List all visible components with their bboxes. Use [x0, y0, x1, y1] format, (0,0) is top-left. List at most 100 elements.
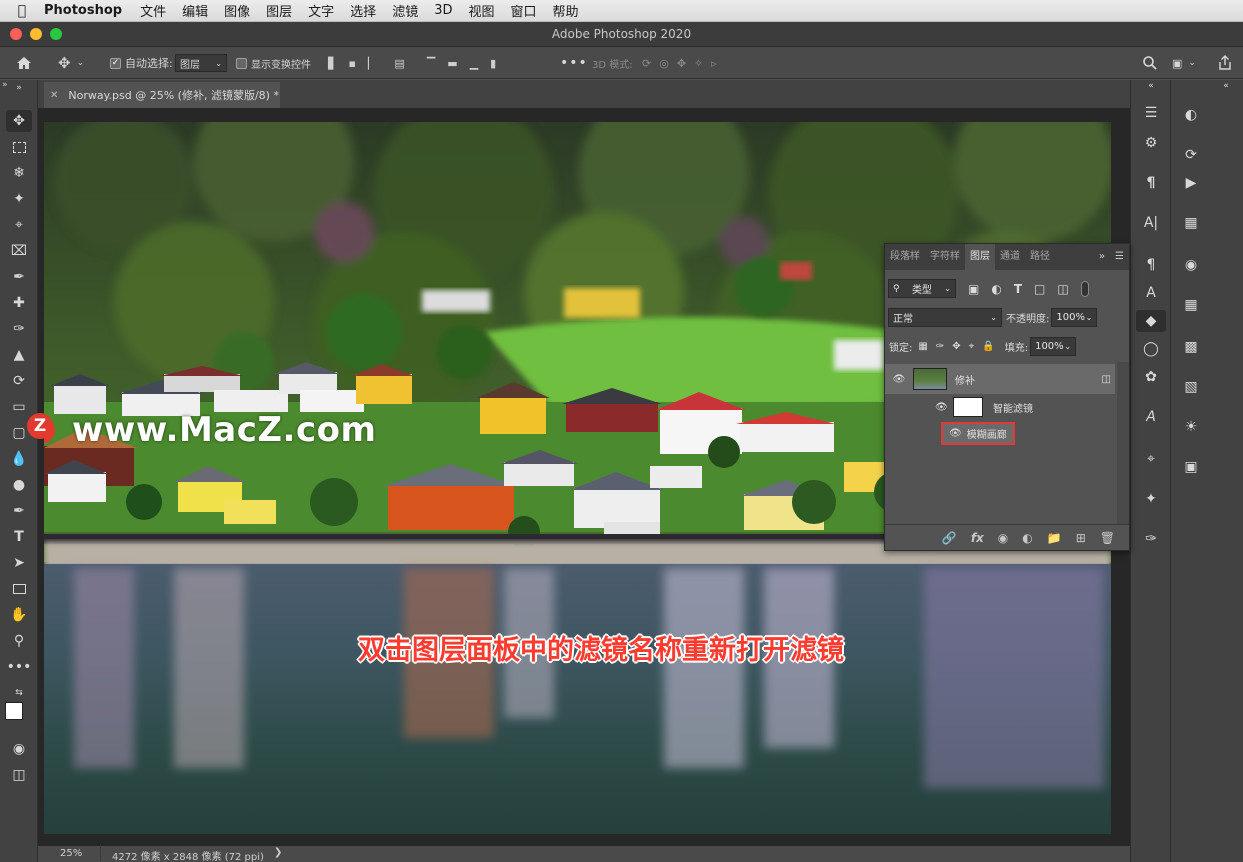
filter-toggle-icon[interactable] — [1080, 280, 1089, 297]
crop-tool-icon[interactable]: ⌖ — [6, 214, 32, 236]
move-tool-icon[interactable]: ✥ — [6, 110, 32, 132]
layer-style-fx-icon[interactable]: fx — [971, 531, 984, 545]
gradients-icon[interactable]: ▩ — [1176, 336, 1206, 358]
lasso-tool-icon[interactable]: ❄ — [6, 162, 32, 184]
menu-layer[interactable]: 图层 — [266, 1, 292, 20]
distribute-v-icon[interactable]: ▮ — [490, 57, 496, 70]
auto-select-checkbox[interactable]: ✓ 自动选择: — [110, 53, 173, 73]
adjustments-icon[interactable]: ◐ — [1176, 104, 1206, 126]
menu-select[interactable]: 选择 — [350, 1, 376, 20]
color-icon[interactable]: ◉ — [1176, 254, 1206, 276]
glyphs-icon[interactable]: A — [1136, 406, 1166, 428]
filter-type-icon[interactable]: T — [1014, 282, 1022, 296]
swap-colors-icon[interactable]: ⇆ — [6, 682, 32, 704]
menu-app-name[interactable]: Photoshop — [44, 3, 122, 18]
search-icon[interactable] — [1142, 53, 1158, 73]
puzzle-icon[interactable]: ✦ — [1136, 488, 1166, 510]
quick-select-tool-icon[interactable]: ✦ — [6, 188, 32, 210]
chevron-right-icon[interactable]: ❯ — [274, 847, 282, 858]
filter-adjustment-icon[interactable]: ◐ — [991, 282, 1001, 296]
more-options-icon[interactable]: ••• — [560, 53, 588, 73]
eyedropper-tool-icon[interactable]: ✒ — [6, 266, 32, 288]
align-right-icon[interactable]: ▏ — [368, 57, 376, 70]
patterns-icon[interactable]: ▧ — [1176, 376, 1206, 398]
menu-view[interactable]: 视图 — [468, 1, 494, 20]
paragraph-icon[interactable]: ¶ — [1136, 172, 1166, 194]
auto-select-dropdown[interactable]: 图层 ⌄ — [175, 54, 227, 72]
rectangle-tool-icon[interactable] — [6, 578, 32, 600]
menu-help[interactable]: 帮助 — [553, 1, 579, 20]
3d-roll-icon[interactable]: ◎ — [659, 57, 669, 70]
document-tab[interactable]: ✕ Norway.psd @ 25% (修补, 滤镜蒙版/8) * — [44, 82, 280, 108]
align-middle-v-icon[interactable]: ▬ — [447, 57, 457, 70]
filter-name-highlight[interactable]: 👁 模糊画廊 — [941, 421, 1015, 445]
actions-play-icon[interactable]: ▶ — [1176, 172, 1206, 194]
brush-tool-icon[interactable]: ✑ — [6, 318, 32, 340]
adjustment-layer-icon[interactable]: ◐ — [1022, 531, 1032, 545]
layers-panel-icon[interactable]: ◆ — [1136, 310, 1166, 332]
menu-file[interactable]: 文件 — [140, 1, 166, 20]
layer-filter-dropdown[interactable]: ⚲ 类型 ⌄ — [888, 279, 956, 298]
paragraph-styles-icon[interactable]: ¶ — [1136, 254, 1166, 276]
path-select-tool-icon[interactable]: ➤ — [6, 552, 32, 574]
menu-window[interactable]: 窗口 — [511, 1, 537, 20]
menu-type[interactable]: 文字 — [308, 1, 334, 20]
3d-camera-icon[interactable]: ▹ — [711, 57, 717, 70]
zoom-tool-icon[interactable]: ⚲ — [6, 630, 32, 652]
tab-character-styles[interactable]: 字符样 — [925, 244, 965, 270]
brush-panel-icon[interactable]: ✑ — [1136, 528, 1166, 550]
align-left-icon[interactable]: ▋ — [328, 57, 336, 70]
tab-paragraph-styles[interactable]: 段落样 — [885, 244, 925, 270]
swatches-icon[interactable]: ▦ — [1176, 294, 1206, 316]
character-styles-icon[interactable]: A — [1136, 282, 1166, 304]
distribute-h-icon[interactable]: ▤ — [394, 57, 404, 70]
tab-paths[interactable]: 路径 — [1025, 244, 1055, 270]
lock-image-icon[interactable]: ✑ — [936, 341, 944, 352]
healing-brush-tool-icon[interactable]: ✚ — [6, 292, 32, 314]
menu-image[interactable]: 图像 — [224, 1, 250, 20]
filter-pixel-icon[interactable]: ▣ — [968, 282, 979, 296]
character-icon[interactable]: A| — [1136, 212, 1166, 234]
smart-filters-row[interactable]: 👁 智能滤镜 — [885, 394, 1115, 420]
clone-stamp-tool-icon[interactable]: ▲ — [6, 344, 32, 366]
visibility-eye-icon[interactable]: 👁 — [885, 374, 913, 385]
align-center-h-icon[interactable]: ▪ — [348, 57, 355, 70]
filter-shape-icon[interactable]: □ — [1034, 282, 1045, 296]
type-tool-icon[interactable]: T — [6, 526, 32, 548]
delete-layer-icon[interactable]: 🗑 — [1100, 531, 1115, 545]
blur-tool-icon[interactable]: 💧 — [6, 448, 32, 470]
tab-layers[interactable]: 图层 — [965, 244, 995, 270]
channels-icon[interactable]: ◯ — [1136, 338, 1166, 360]
libraries-icon[interactable]: ▦ — [1176, 212, 1206, 234]
layers-scrollbar[interactable] — [1117, 362, 1129, 524]
3d-panel-icon[interactable]: ▣ — [1176, 456, 1206, 478]
menu-filter[interactable]: 滤镜 — [392, 1, 418, 20]
workspace-switcher[interactable]: ▣ ⌄ — [1172, 53, 1196, 73]
zoom-level[interactable]: 25% — [60, 848, 82, 859]
filter-mask-thumbnail[interactable] — [953, 397, 983, 417]
frame-tool-icon[interactable]: ⌧ — [6, 240, 32, 262]
history-brush-tool-icon[interactable]: ⟳ — [6, 370, 32, 392]
filter-name[interactable]: 模糊画廊 — [967, 426, 1007, 441]
hand-tool-icon[interactable]: ✋ — [6, 604, 32, 626]
blend-mode-dropdown[interactable]: 正常 ⌄ — [888, 308, 1002, 327]
visibility-eye-icon[interactable]: 👁 — [949, 428, 962, 439]
brushes-icon[interactable]: ⚙ — [1136, 132, 1166, 154]
foreground-color-swatch[interactable] — [5, 702, 23, 720]
home-icon[interactable] — [16, 53, 40, 73]
align-bottom-icon[interactable]: ▁ — [470, 57, 478, 70]
link-layers-icon[interactable]: 🔗 — [942, 531, 957, 545]
expand-panels-icon[interactable]: » — [2, 80, 32, 90]
apple-icon[interactable]:  — [0, 3, 44, 19]
filter-row[interactable]: 👁 模糊画廊 — [885, 421, 1115, 445]
new-layer-icon[interactable]: ⊞ — [1076, 531, 1086, 545]
share-icon[interactable] — [1218, 53, 1232, 73]
filter-smart-object-icon[interactable]: ◫ — [1057, 282, 1068, 296]
lock-artboard-icon[interactable]: ⌖ — [969, 341, 975, 352]
layer-row[interactable]: 👁 修补 ◫ — [885, 364, 1115, 394]
align-top-icon[interactable]: ▔ — [427, 57, 435, 70]
tab-channels[interactable]: 通道 — [995, 244, 1025, 270]
dodge-tool-icon[interactable]: ● — [6, 474, 32, 496]
move-tool-preset[interactable]: ✥ ⌄ — [58, 53, 98, 73]
show-transform-checkbox[interactable]: 显示变换控件 — [236, 53, 311, 73]
